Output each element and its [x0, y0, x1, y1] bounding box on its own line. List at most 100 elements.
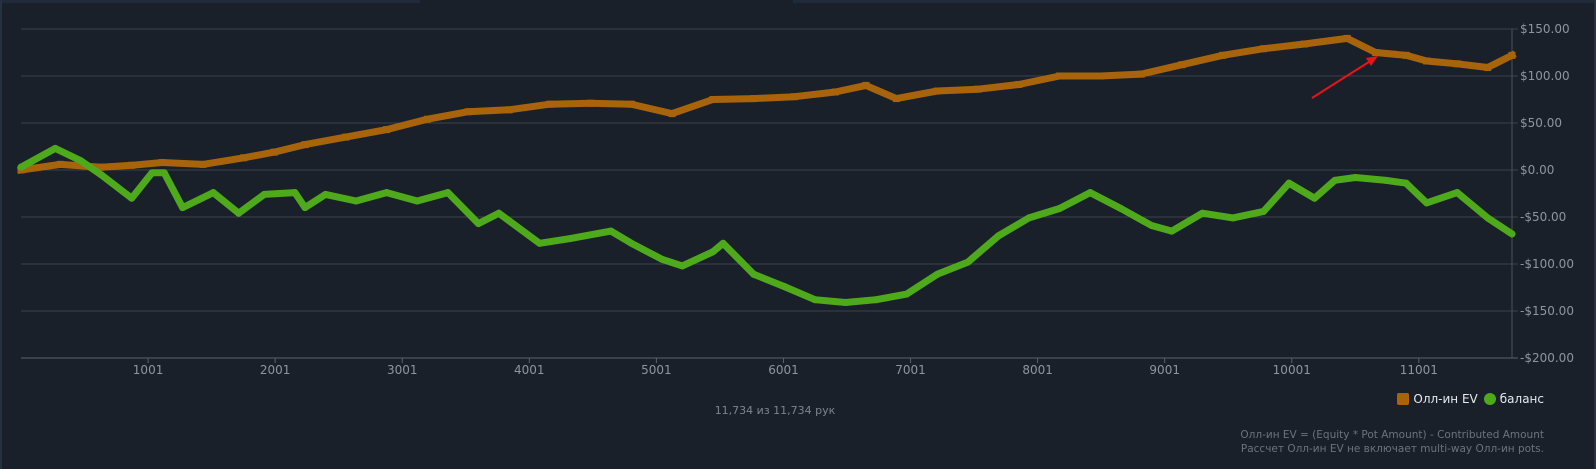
- data-point: [1402, 179, 1410, 187]
- footnote-line: Рассчет Олл-ин EV не включает multi-way …: [1240, 443, 1544, 455]
- data-point: [536, 239, 544, 247]
- x-tick-label: 8001: [1022, 363, 1053, 377]
- data-point: [158, 158, 166, 166]
- x-tick-label: 6001: [768, 363, 799, 377]
- data-point: [209, 189, 217, 197]
- data-point: [291, 189, 299, 197]
- data-point: [658, 255, 666, 263]
- y-tick-label: -$100.00: [1520, 257, 1574, 271]
- data-point: [1372, 49, 1380, 56]
- data-point: [128, 194, 136, 202]
- legend-label: баланс: [1499, 392, 1544, 406]
- y-tick-label: $50.00: [1520, 116, 1562, 130]
- data-point: [495, 209, 503, 217]
- data-point: [56, 160, 64, 168]
- data-point: [1285, 179, 1293, 187]
- data-point: [1147, 221, 1155, 229]
- grid: [21, 28, 1518, 359]
- data-point: [709, 248, 717, 256]
- y-axis: $150.00 $100.00 $50.00 $0.00 -$50.00 -$100.00…: [1520, 22, 1574, 365]
- data-point: [1382, 176, 1390, 184]
- y-tick-label: -$50.00: [1520, 210, 1566, 224]
- line-chart: $150.00 $100.00 $50.00 $0.00 -$50.00 -$100.00…: [17, 22, 1574, 377]
- y-tick-label: -$150.00: [1520, 304, 1574, 318]
- data-point: [1219, 51, 1227, 59]
- data-point: [1453, 189, 1461, 197]
- data-point: [160, 169, 168, 177]
- data-point: [566, 235, 574, 243]
- data-point: [994, 232, 1002, 240]
- data-point: [1229, 214, 1237, 222]
- data-point: [383, 126, 391, 134]
- data-point: [1096, 72, 1104, 80]
- data-point: [1484, 214, 1492, 222]
- x-tick-label: 1001: [133, 363, 164, 377]
- series-line-balance: [17, 144, 1516, 306]
- data-point: [1423, 199, 1431, 207]
- x-tick-label: 3001: [387, 363, 418, 377]
- data-point: [709, 96, 717, 103]
- data-point: [811, 296, 819, 304]
- data-point: [505, 106, 513, 114]
- data-point: [199, 160, 207, 168]
- data-point: [1168, 227, 1176, 235]
- data-point: [791, 93, 799, 101]
- legend: Олл-ин EV баланс: [1397, 392, 1544, 406]
- data-point: [627, 100, 635, 108]
- x-axis: 1001 2001 3001 4001 5001 6001 7001 8001 9001 1000…: [133, 358, 1438, 377]
- legend-label: Олл-ин EV: [1413, 392, 1478, 406]
- data-point: [933, 270, 941, 278]
- data-point: [1056, 205, 1064, 213]
- y-tick-label: $150.00: [1520, 22, 1570, 36]
- data-point: [1137, 70, 1145, 78]
- data-point: [128, 161, 136, 169]
- legend-item-balance[interactable]: баланс: [1483, 392, 1544, 406]
- x-tick-label: 7001: [895, 363, 926, 377]
- data-point: [1300, 40, 1308, 48]
- data-point: [474, 220, 482, 228]
- data-point: [1508, 230, 1516, 238]
- data-point: [1178, 61, 1186, 69]
- data-point: [1117, 205, 1125, 213]
- circle-marker-icon: [1483, 393, 1496, 405]
- data-point: [780, 283, 788, 291]
- data-point: [1351, 174, 1359, 182]
- y-tick-label: $100.00: [1520, 69, 1570, 83]
- data-point: [668, 110, 676, 118]
- data-point: [383, 189, 391, 197]
- hands-count: 11,734 из 11,734 рук: [714, 404, 836, 417]
- data-point: [352, 197, 360, 205]
- data-point: [1025, 214, 1033, 222]
- data-point: [17, 163, 25, 171]
- data-point: [301, 204, 309, 212]
- data-point: [607, 227, 615, 235]
- data-point: [933, 87, 941, 95]
- data-point: [342, 133, 350, 141]
- square-marker-icon: [1397, 393, 1410, 405]
- data-point: [321, 190, 329, 198]
- data-point: [1056, 72, 1064, 80]
- data-point: [841, 299, 849, 307]
- y-tick-label: $0.00: [1520, 163, 1554, 177]
- data-point: [1402, 51, 1410, 59]
- data-point: [750, 270, 758, 278]
- data-point: [678, 262, 686, 270]
- data-point: [1331, 176, 1339, 184]
- data-point: [97, 171, 105, 179]
- data-point: [1484, 64, 1492, 72]
- data-point: [51, 144, 59, 152]
- data-point: [1015, 80, 1023, 88]
- red-arrow-annotation: [1311, 56, 1378, 99]
- x-tick-label: 11001: [1400, 363, 1438, 377]
- data-point: [260, 190, 268, 198]
- data-point: [719, 239, 727, 247]
- legend-item-allin-ev[interactable]: Олл-ин EV: [1397, 392, 1478, 406]
- data-point: [179, 204, 187, 212]
- data-point: [240, 154, 248, 162]
- data-point: [148, 169, 156, 177]
- data-point: [1260, 45, 1268, 53]
- data-point: [1453, 60, 1461, 68]
- series-line-allin-ev: [17, 34, 1517, 174]
- x-tick-label: 4001: [514, 363, 545, 377]
- data-point: [974, 85, 982, 93]
